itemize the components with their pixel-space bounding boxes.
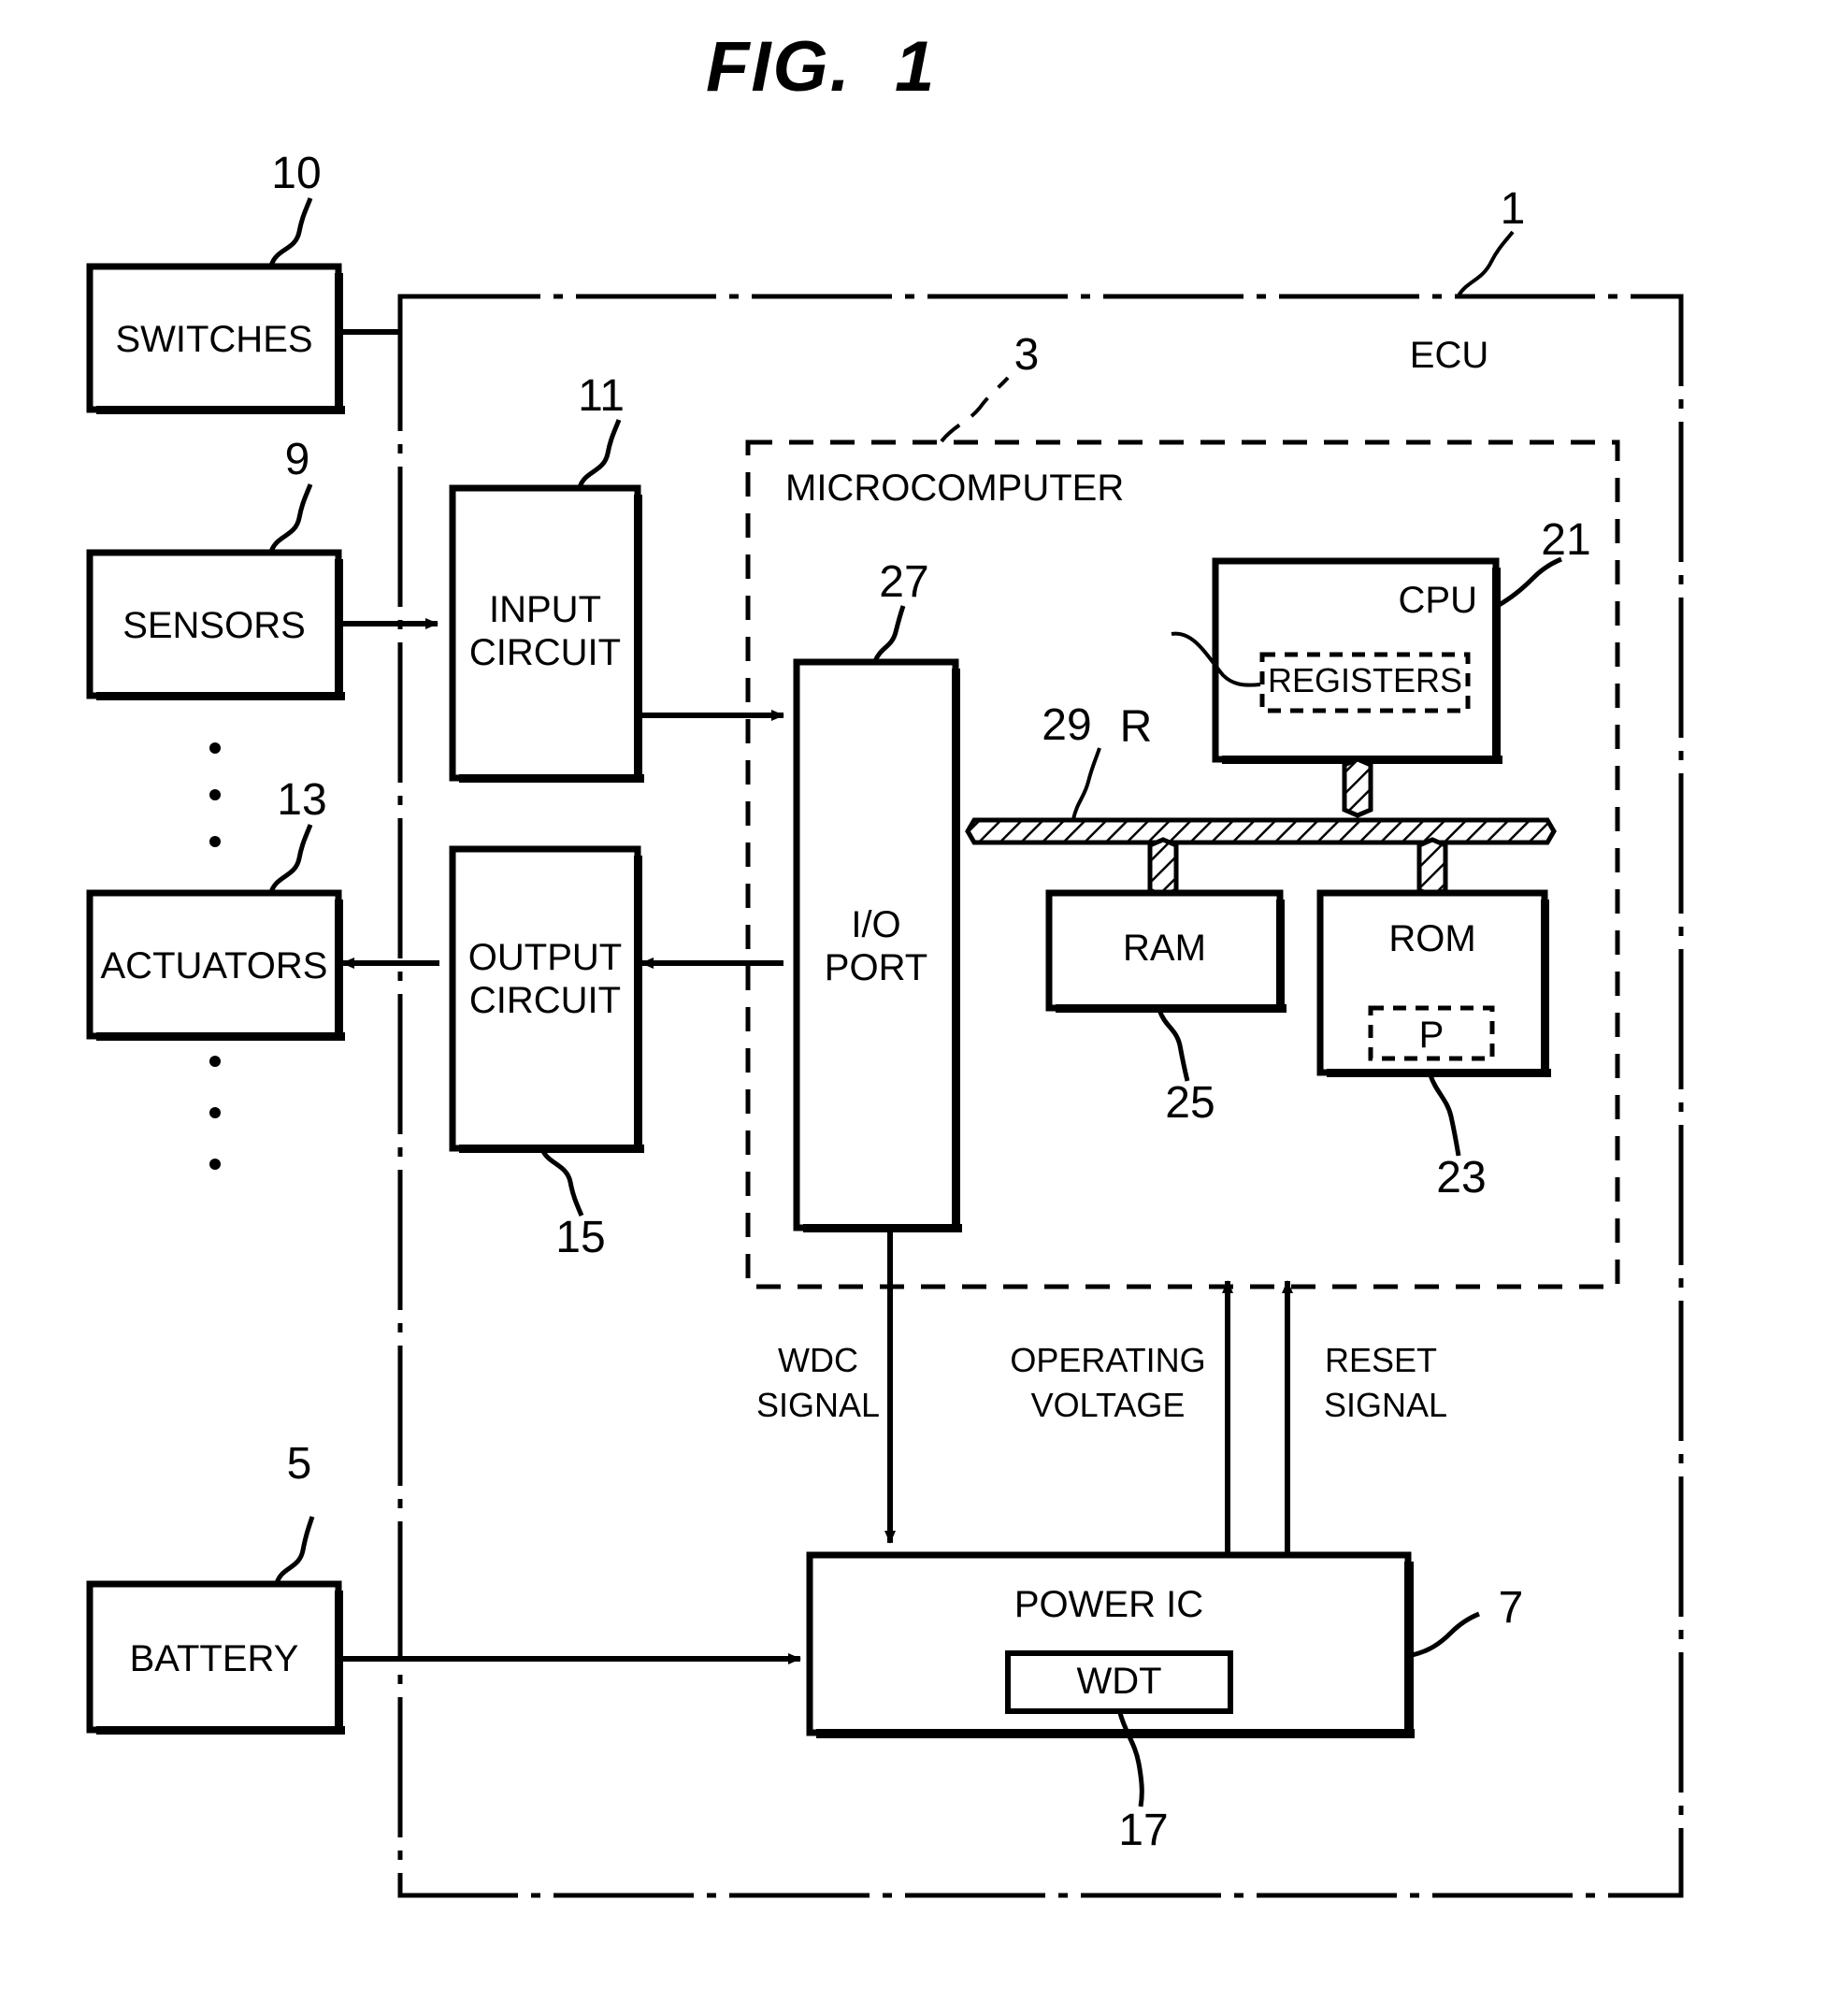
battery-box — [86, 1516, 801, 1735]
vertical-ellipsis-upper — [209, 742, 221, 847]
cpu-label: CPU — [1398, 580, 1477, 621]
ram-box — [1045, 889, 1287, 1082]
ref-5: 5 — [286, 1439, 312, 1489]
power-ic-label: POWER IC — [1013, 1584, 1204, 1625]
system-bus — [965, 747, 1557, 899]
io-port-label-line1: I/O — [851, 904, 901, 945]
registers-label: REGISTERS — [1267, 661, 1463, 699]
ref-7: 7 — [1498, 1583, 1524, 1633]
wdc-signal-label-line2: SIGNAL — [755, 1386, 881, 1424]
ref-1: 1 — [1500, 184, 1526, 234]
microcomputer-label: MICROCOMPUTER — [785, 468, 1125, 509]
ref-25: 25 — [1165, 1078, 1215, 1128]
ref-R: R — [1119, 702, 1153, 752]
ref-27: 27 — [879, 557, 929, 607]
diagram-vector-layer — [86, 197, 1684, 1898]
ref-15: 15 — [555, 1213, 606, 1262]
output-circuit-box — [449, 845, 783, 1217]
ref-17: 17 — [1118, 1806, 1169, 1855]
ref-23: 23 — [1436, 1153, 1487, 1202]
bus-stub-rom — [1416, 837, 1448, 899]
input-circuit-label-line2: CIRCUIT — [468, 632, 622, 673]
actuators-box — [86, 824, 439, 1041]
ref-29: 29 — [1042, 700, 1092, 750]
reset-signal-label-line1: RESET — [1324, 1341, 1438, 1379]
output-circuit-label-line2: CIRCUIT — [468, 980, 622, 1021]
ref-3: 3 — [1013, 330, 1040, 380]
rom-label: ROM — [1388, 918, 1476, 959]
ram-label: RAM — [1123, 928, 1206, 969]
bus-stub-ram — [1147, 837, 1179, 899]
ecu-label: ECU — [1409, 335, 1489, 376]
actuators-label: ACTUATORS — [100, 945, 328, 986]
vertical-ellipsis-lower — [209, 1056, 221, 1170]
input-circuit-label-line1: INPUT — [489, 589, 601, 630]
reset-signal-label-line2: SIGNAL — [1323, 1386, 1448, 1424]
rom-program-label: P — [1418, 1015, 1445, 1056]
io-port-label-line2: PORT — [824, 947, 928, 988]
operating-voltage-label-line2: VOLTAGE — [1030, 1386, 1186, 1424]
wdt-label: WDT — [1076, 1661, 1162, 1702]
switches-box — [86, 197, 400, 414]
ref-21: 21 — [1541, 515, 1591, 565]
output-circuit-label-line1: OUTPUT — [467, 937, 623, 978]
ref-9: 9 — [284, 435, 310, 484]
sensors-label: SENSORS — [122, 605, 306, 646]
battery-label: BATTERY — [129, 1638, 299, 1679]
figure-canvas: FIG. 1 SWITCHES SENSORS ACTUATORS INPUT … — [0, 0, 1840, 2016]
ref-11: 11 — [578, 371, 625, 421]
ref-13: 13 — [277, 775, 327, 825]
switches-label: SWITCHES — [115, 319, 313, 360]
operating-voltage-label-line1: OPERATING — [1010, 1341, 1206, 1379]
sensors-box — [86, 483, 438, 700]
wdc-signal-label-line1: WDC — [778, 1341, 858, 1379]
bus-stub-cpu — [1342, 756, 1373, 818]
ref-10: 10 — [271, 149, 322, 198]
